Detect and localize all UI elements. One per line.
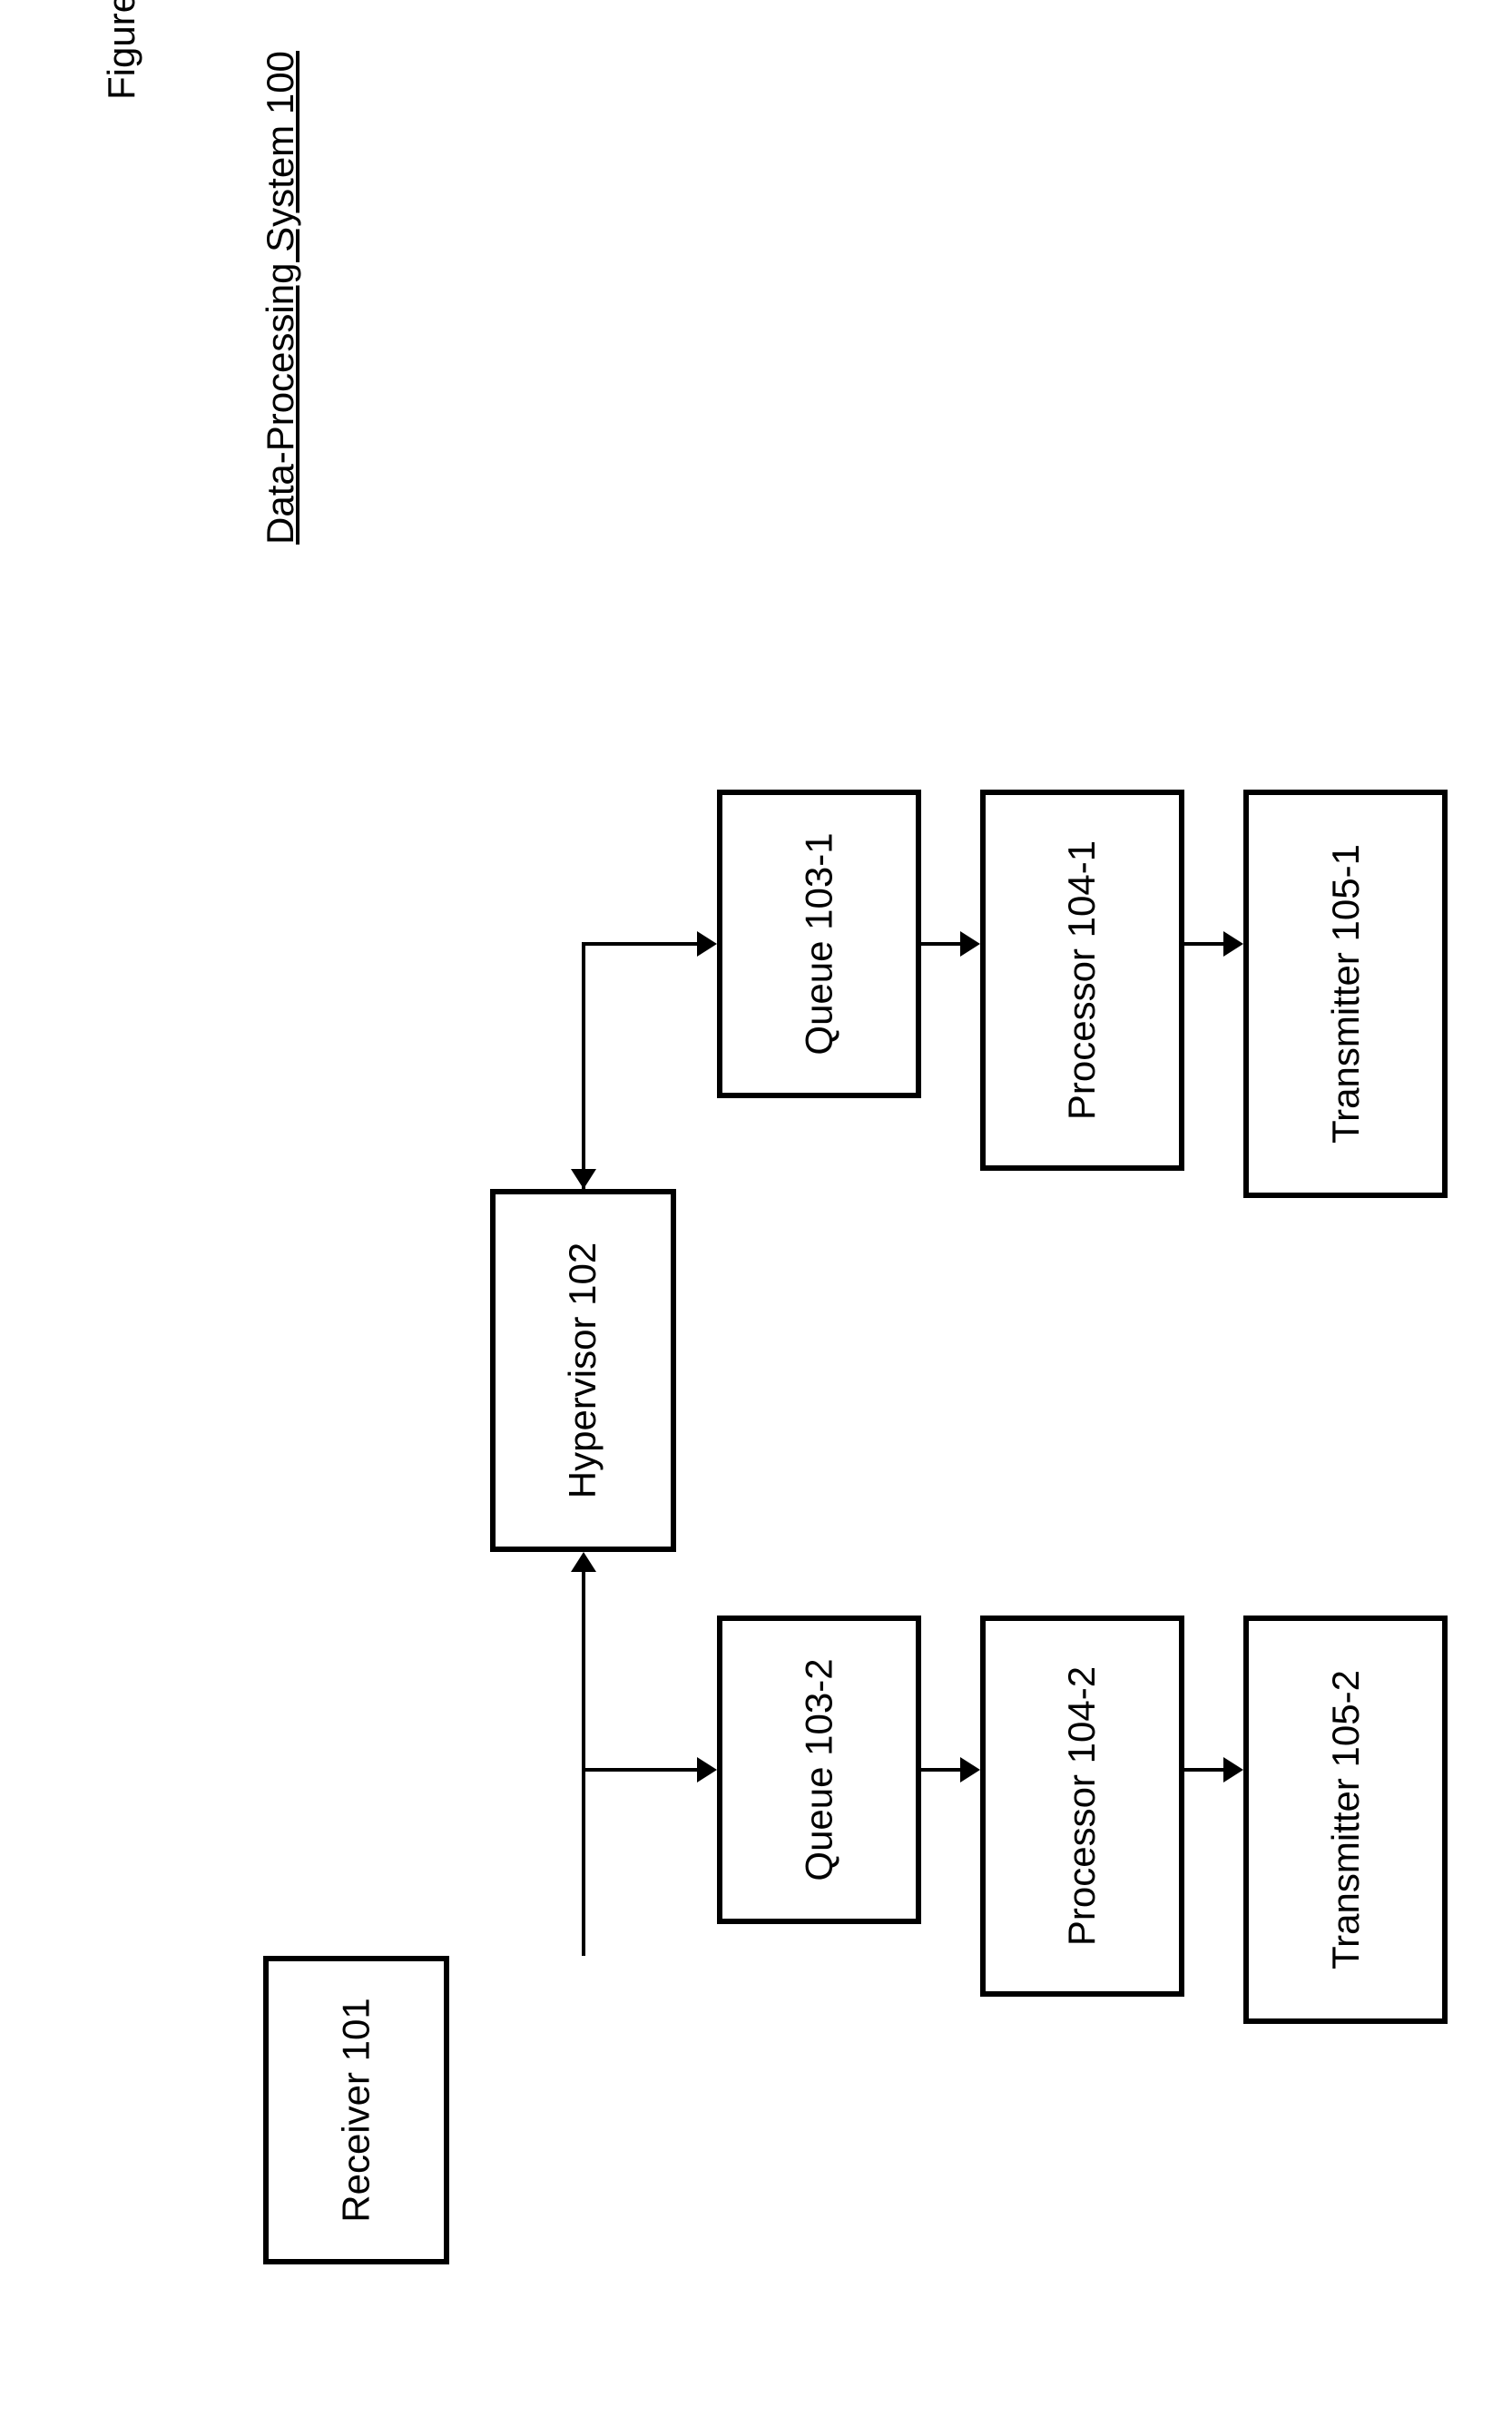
box-queue-1-label: Queue 103-1 xyxy=(798,832,841,1055)
arrow-p1-to-t1-line xyxy=(1184,942,1223,946)
conn-hyp-q2-head-right xyxy=(697,1757,717,1783)
conn-hyp-q2-vert xyxy=(582,1572,585,1768)
conn-hyp-q1-head-down xyxy=(571,1169,596,1189)
box-queue-2-label: Queue 103-2 xyxy=(798,1658,841,1881)
arrow-receiver-to-hypervisor-head xyxy=(571,1552,596,1572)
arrow-q2-to-p2-line xyxy=(921,1768,960,1772)
box-processor-1: Processor 104-1 xyxy=(980,790,1184,1171)
box-transmitter-2: Transmitter 105-2 xyxy=(1243,1616,1448,2024)
arrow-q2-to-p2-head xyxy=(960,1757,980,1783)
box-hypervisor-label: Hypervisor 102 xyxy=(562,1242,605,1498)
arrow-q1-to-p1-line xyxy=(921,942,960,946)
box-processor-2: Processor 104-2 xyxy=(980,1616,1184,1997)
diagram-page: Figure 1 Data-Processing System 100 Rece… xyxy=(0,0,1512,2416)
box-hypervisor: Hypervisor 102 xyxy=(490,1189,676,1552)
arrow-p1-to-t1-head xyxy=(1223,931,1243,957)
figure-label: Figure 1 xyxy=(100,0,143,100)
box-receiver: Receiver 101 xyxy=(263,1956,449,2264)
box-queue-1: Queue 103-1 xyxy=(717,790,921,1098)
conn-hyp-q2-horiz xyxy=(582,1768,697,1772)
box-transmitter-1-label: Transmitter 105-1 xyxy=(1324,844,1368,1144)
box-transmitter-2-label: Transmitter 105-2 xyxy=(1324,1670,1368,1969)
box-receiver-label: Receiver 101 xyxy=(335,1998,378,2222)
box-transmitter-1: Transmitter 105-1 xyxy=(1243,790,1448,1198)
box-processor-1-label: Processor 104-1 xyxy=(1061,840,1105,1120)
conn-hyp-q1-head-right xyxy=(697,931,717,957)
box-processor-2-label: Processor 104-2 xyxy=(1061,1666,1105,1946)
box-queue-2: Queue 103-2 xyxy=(717,1616,921,1924)
arrow-p2-to-t2-line xyxy=(1184,1768,1223,1772)
conn-hyp-q1-vert xyxy=(582,942,585,1189)
system-title: Data-Processing System 100 xyxy=(259,51,302,545)
arrow-p2-to-t2-head xyxy=(1223,1757,1243,1783)
arrow-q1-to-p1-head xyxy=(960,931,980,957)
conn-hyp-q1-horiz xyxy=(582,942,697,946)
